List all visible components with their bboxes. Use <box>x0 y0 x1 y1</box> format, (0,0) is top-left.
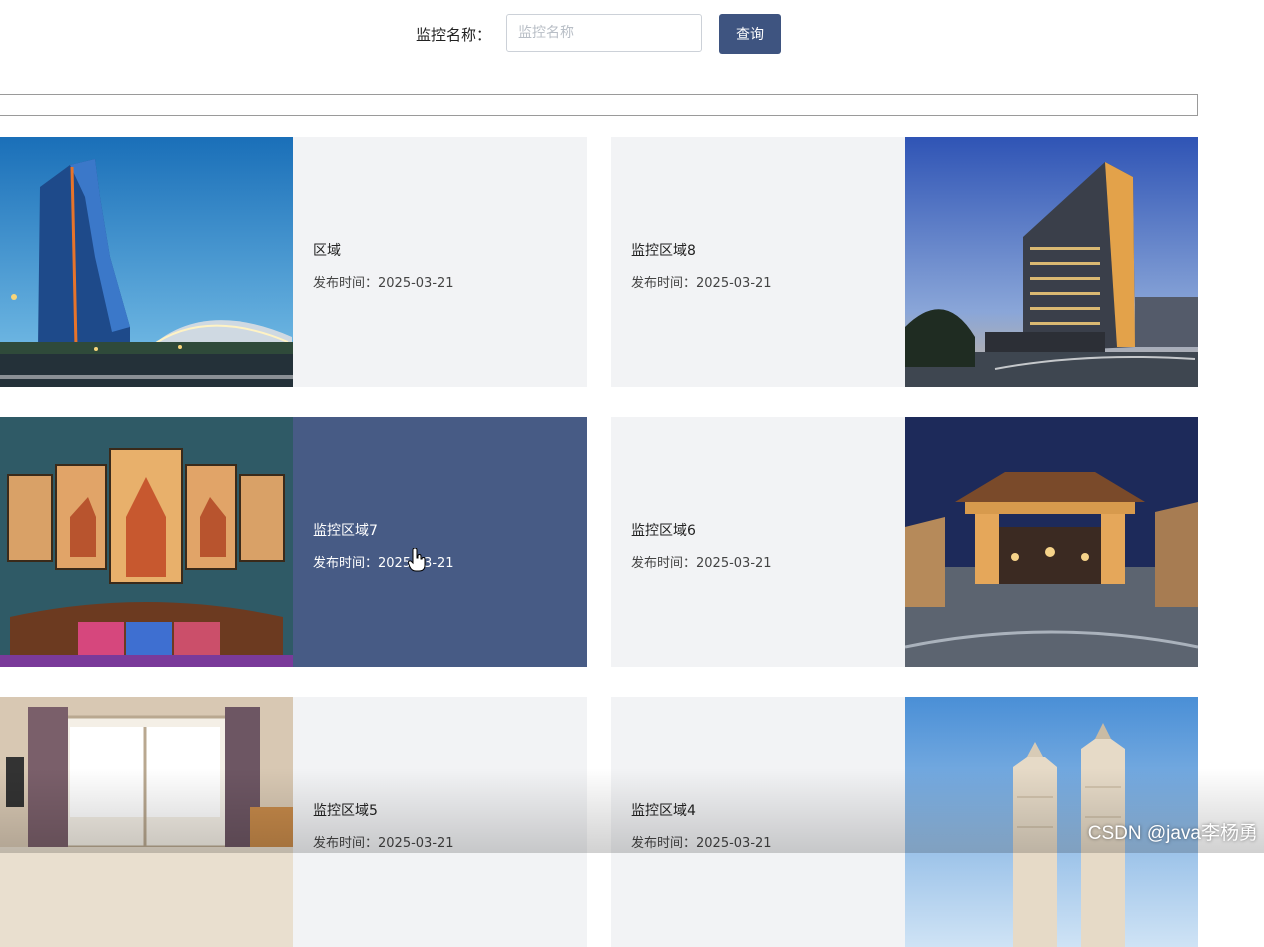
card-image <box>905 417 1198 667</box>
card-date: 发布时间：2025-03-21 <box>631 552 772 571</box>
date-value: 2025-03-21 <box>696 276 772 291</box>
date-value: 2025-03-21 <box>696 836 772 851</box>
search-input[interactable] <box>506 14 702 52</box>
card-date: 发布时间：2025-03-21 <box>313 272 454 291</box>
card[interactable]: 监控区域6 发布时间：2025-03-21 <box>611 417 1198 667</box>
card-image <box>0 137 293 387</box>
resort-gate-night-image <box>905 417 1198 667</box>
date-prefix: 发布时间： <box>313 836 379 851</box>
search-bar: 监控名称： 查询 <box>0 14 1264 54</box>
date-prefix: 发布时间： <box>313 276 379 291</box>
bedroom-window-image <box>0 697 293 947</box>
date-prefix: 发布时间： <box>631 836 697 851</box>
card-title: 监控区域4 <box>631 803 696 819</box>
card-image <box>0 417 293 667</box>
card-title: 监控区域8 <box>631 243 696 259</box>
card[interactable]: 监控区域7 发布时间：2025-03-21 <box>0 417 587 667</box>
card-date: 发布时间：2025-03-21 <box>631 272 772 291</box>
date-value: 2025-03-21 <box>696 556 772 571</box>
card-text: 监控区域7 发布时间：2025-03-21 <box>313 417 573 667</box>
card-title: 监控区域6 <box>631 523 696 539</box>
card-image <box>0 697 293 947</box>
card-title: 监控区域5 <box>313 803 378 819</box>
card-date: 发布时间：2025-03-21 <box>313 832 454 851</box>
card[interactable]: 区域 发布时间：2025-03-21 <box>0 137 587 387</box>
room-interior-painting-image <box>0 417 293 667</box>
date-value: 2025-03-21 <box>378 836 454 851</box>
card-text: 区域 发布时间：2025-03-21 <box>313 137 573 387</box>
hotel-building-night-image <box>905 137 1198 387</box>
card-image <box>905 137 1198 387</box>
date-prefix: 发布时间： <box>631 276 697 291</box>
card-text: 监控区域5 发布时间：2025-03-21 <box>313 697 573 947</box>
search-button[interactable]: 查询 <box>719 14 781 54</box>
hand-cursor-icon <box>408 548 426 572</box>
card-text: 监控区域8 发布时间：2025-03-21 <box>631 137 891 387</box>
date-prefix: 发布时间： <box>313 556 379 571</box>
card-text: 监控区域6 发布时间：2025-03-21 <box>631 417 891 667</box>
card-title: 监控区域7 <box>313 523 378 539</box>
date-value: 2025-03-21 <box>378 276 454 291</box>
search-label: 监控名称： <box>416 26 492 44</box>
date-prefix: 发布时间： <box>631 556 697 571</box>
card-text: 监控区域4 发布时间：2025-03-21 <box>631 697 891 947</box>
card[interactable]: 监控区域5 发布时间：2025-03-21 <box>0 697 587 947</box>
divider-box <box>0 94 1198 116</box>
watermark: CSDN @java李杨勇 <box>1087 823 1258 844</box>
card[interactable]: 监控区域8 发布时间：2025-03-21 <box>611 137 1198 387</box>
card-date: 发布时间：2025-03-21 <box>313 552 454 571</box>
card-title: 区域 <box>313 243 341 259</box>
card-date: 发布时间：2025-03-21 <box>631 832 772 851</box>
hotel-tower-image <box>0 137 293 387</box>
